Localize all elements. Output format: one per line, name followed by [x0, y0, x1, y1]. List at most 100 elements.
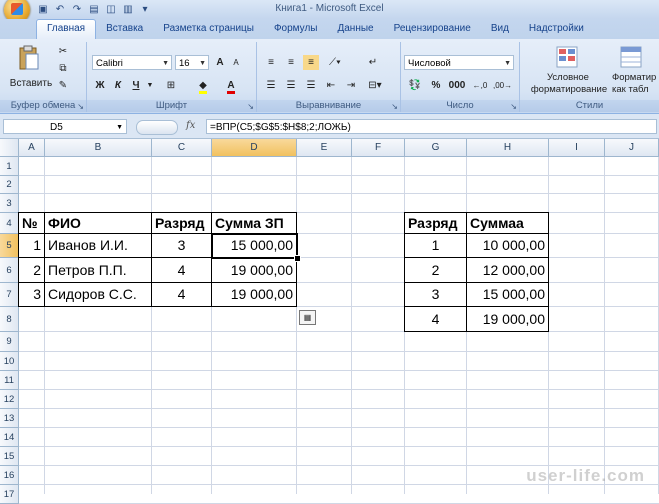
row-header-7[interactable]: 7 [0, 283, 19, 307]
conditional-formatting-label-2[interactable]: форматирование [528, 84, 610, 99]
table1-cell[interactable]: Иванов И.И. [44, 233, 152, 258]
active-cell-border[interactable] [211, 233, 298, 259]
table2-cell[interactable]: 1 [404, 233, 467, 258]
name-box[interactable]: D5 ▼ [3, 119, 127, 134]
table2-cell[interactable]: 12 000,00 [466, 257, 549, 283]
table1-cell[interactable]: 4 [151, 282, 212, 307]
table2-cell[interactable]: 3 [404, 282, 467, 307]
table1-header-cell[interactable]: Сумма ЗП [211, 212, 297, 234]
align-middle-icon[interactable]: ≡ [283, 55, 299, 70]
row-header-9[interactable]: 9 [0, 332, 19, 352]
copy-icon[interactable]: ⧉ [56, 61, 70, 76]
table2-header-cell[interactable]: Разряд [404, 212, 467, 234]
row-header-10[interactable]: 10 [0, 352, 19, 371]
tab-page-layout[interactable]: Разметка страницы [153, 20, 264, 39]
table1-header-cell[interactable]: Разряд [151, 212, 212, 234]
increase-indent-icon[interactable]: ⇥ [343, 78, 359, 93]
font-size-select[interactable]: 16 ▼ [175, 55, 209, 70]
column-header-i[interactable]: I [549, 139, 605, 157]
font-launcher-icon[interactable]: ↘ [247, 102, 254, 111]
font-color-icon[interactable]: A [223, 78, 239, 94]
clipboard-launcher-icon[interactable]: ↘ [77, 102, 84, 111]
column-header-g[interactable]: G [405, 139, 467, 157]
table2-cell[interactable]: 2 [404, 257, 467, 283]
fill-color-icon[interactable]: ◆ [195, 78, 211, 94]
row-header-2[interactable]: 2 [0, 176, 19, 194]
row-header-12[interactable]: 12 [0, 390, 19, 409]
column-header-a[interactable]: A [19, 139, 45, 157]
table1-header-cell[interactable]: № [18, 212, 45, 234]
row-header-4[interactable]: 4 [0, 213, 19, 234]
borders-icon[interactable]: ⊞ [163, 78, 179, 93]
column-header-d[interactable]: D [212, 139, 297, 157]
table2-cell[interactable]: 19 000,00 [466, 306, 549, 332]
format-as-table-icon[interactable] [620, 46, 642, 68]
tab-view[interactable]: Вид [481, 20, 519, 39]
table1-cell[interactable]: 1 [18, 233, 45, 258]
insert-function-icon[interactable]: fx [186, 120, 195, 131]
column-header-h[interactable]: H [467, 139, 549, 157]
column-header-b[interactable]: B [45, 139, 152, 157]
paste-options-icon[interactable]: ▦ [299, 310, 316, 325]
row-header-8[interactable]: 8 [0, 307, 19, 332]
column-header-c[interactable]: C [152, 139, 212, 157]
increase-decimal-icon[interactable]: ←,0 [471, 78, 489, 93]
table2-cell[interactable]: 4 [404, 306, 467, 332]
table1-cell[interactable]: 3 [18, 282, 45, 307]
table1-cell[interactable]: 2 [18, 257, 45, 283]
row-header-11[interactable]: 11 [0, 371, 19, 390]
column-header-e[interactable]: E [297, 139, 352, 157]
paste-button[interactable]: Вставить [6, 76, 56, 91]
underline-button[interactable]: Ч [129, 78, 143, 93]
tab-data[interactable]: Данные [327, 20, 383, 39]
row-header-14[interactable]: 14 [0, 428, 19, 447]
column-header-j[interactable]: J [605, 139, 659, 157]
currency-icon[interactable]: 💱 [405, 78, 425, 93]
align-left-icon[interactable]: ☰ [263, 78, 279, 93]
row-header-1[interactable]: 1 [0, 157, 19, 176]
row-header-5[interactable]: 5 [0, 234, 19, 258]
paste-icon[interactable] [18, 45, 40, 71]
row-header-13[interactable]: 13 [0, 409, 19, 428]
row-header-6[interactable]: 6 [0, 258, 19, 283]
format-painter-icon[interactable]: ✎ [56, 78, 70, 93]
shrink-font-icon[interactable]: A [229, 55, 243, 70]
table1-cell[interactable]: 19 000,00 [211, 282, 297, 307]
fill-handle[interactable] [294, 255, 301, 262]
table2-cell[interactable]: 10 000,00 [466, 233, 549, 258]
table1-header-cell[interactable]: ФИО [44, 212, 152, 234]
column-header-f[interactable]: F [352, 139, 405, 157]
row-header-16[interactable]: 16 [0, 466, 19, 485]
align-top-icon[interactable]: ≡ [263, 55, 279, 70]
percent-icon[interactable]: % [429, 78, 443, 93]
orientation-icon[interactable]: ⟋▾ [325, 55, 345, 70]
decrease-indent-icon[interactable]: ⇤ [323, 78, 339, 93]
thousands-separator-icon[interactable]: 000 [447, 78, 467, 93]
formula-bar-splitter[interactable] [136, 120, 178, 135]
align-center-icon[interactable]: ☰ [283, 78, 299, 93]
grow-font-icon[interactable]: A [213, 55, 227, 70]
alignment-launcher-icon[interactable]: ↘ [391, 102, 398, 111]
decrease-decimal-icon[interactable]: ,00→ [493, 78, 512, 93]
format-as-table-label-2[interactable]: как табл [612, 84, 659, 99]
italic-button[interactable]: К [111, 78, 125, 93]
table1-cell[interactable]: Сидоров С.С. [44, 282, 152, 307]
number-format-select[interactable]: Числовой ▼ [404, 55, 514, 70]
tab-addins[interactable]: Надстройки [519, 20, 594, 39]
table1-cell[interactable]: 4 [151, 257, 212, 283]
row-header-3[interactable]: 3 [0, 194, 19, 213]
select-all-corner[interactable] [0, 139, 19, 157]
tab-review[interactable]: Рецензирование [384, 20, 481, 39]
conditional-formatting-icon[interactable] [556, 46, 578, 68]
number-launcher-icon[interactable]: ↘ [510, 102, 517, 111]
chevron-down-icon[interactable]: ▼ [145, 78, 155, 93]
bold-button[interactable]: Ж [93, 78, 107, 93]
align-right-icon[interactable]: ☰ [303, 78, 319, 93]
row-header-17[interactable]: 17 [0, 485, 19, 504]
row-header-15[interactable]: 15 [0, 447, 19, 466]
table1-cell[interactable]: 19 000,00 [211, 257, 297, 283]
table1-cell[interactable]: Петров П.П. [44, 257, 152, 283]
align-bottom-icon[interactable]: ≡ [303, 55, 319, 70]
font-name-select[interactable]: Calibri ▼ [92, 55, 172, 70]
table2-cell[interactable]: 15 000,00 [466, 282, 549, 307]
